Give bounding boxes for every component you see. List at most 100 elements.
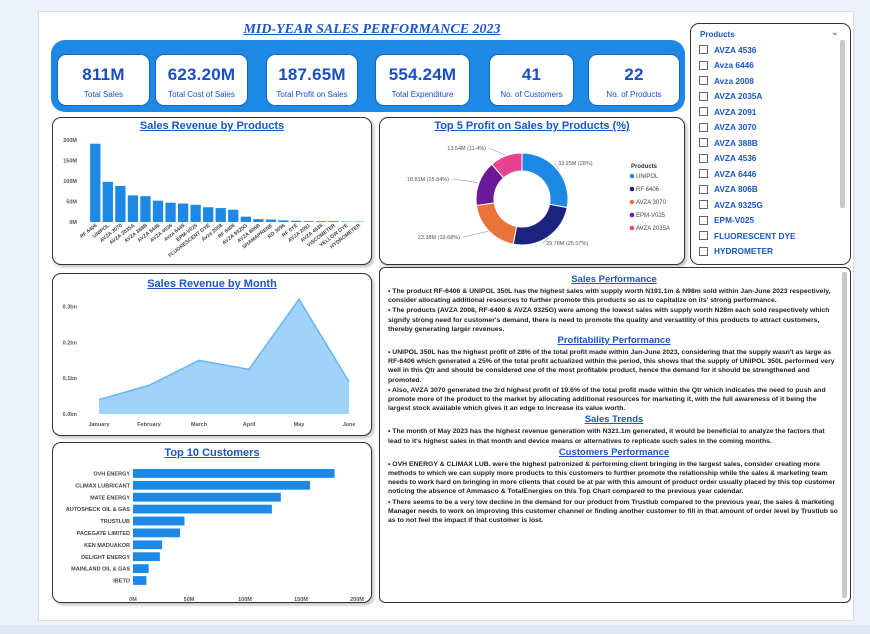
bar [133, 528, 181, 538]
kpi-label: No. of Products [606, 90, 662, 99]
kpi-card-customers[interactable]: 41 No. of Customers [489, 54, 574, 106]
kpi-label: Total Cost of Sales [168, 90, 235, 99]
leader-line [488, 147, 506, 156]
y-tick-label: PACEGATE LIMITED [77, 531, 130, 537]
legend-label: RF 6406 [636, 187, 660, 193]
checkbox-icon[interactable] [699, 231, 708, 241]
slicer-item[interactable]: AVZA 4536 [699, 151, 839, 167]
bar [290, 220, 302, 222]
slicer-item-label: EPM-V025 [714, 215, 755, 226]
checkbox-icon[interactable] [699, 215, 708, 225]
top-customers-chart: OVH ENERGY CLIMAX LUBRICANT MATE ENERGY AUT… [66, 469, 364, 603]
slicer-item[interactable]: Avza 2008 [699, 73, 839, 89]
slicer-item[interactable]: AVZA 9325G [699, 197, 839, 213]
bar [265, 219, 277, 222]
slicer-item[interactable]: EPM-V025 [699, 213, 839, 229]
bar [140, 196, 151, 222]
slicer-item[interactable]: AVZA 3070 [699, 120, 839, 136]
checkbox-icon[interactable] [699, 138, 708, 148]
bar [133, 576, 147, 585]
kpi-label: Total Expenditure [391, 90, 454, 99]
slicer-item[interactable]: AVZA 6446 [699, 166, 839, 182]
bar [215, 208, 226, 222]
slicer-scrollbar[interactable] [840, 40, 845, 208]
x-tick-label: January [88, 422, 110, 428]
legend-marker [629, 186, 635, 192]
x-tick-label: April [243, 422, 256, 428]
kpi-value: 623.20M [167, 65, 236, 84]
sales-by-products-panel: Sales Revenue by Products 0M 50M 100M 150M 2… [52, 117, 372, 265]
checkbox-icon[interactable] [699, 153, 708, 163]
data-label: 18.81M (15.84%) [407, 177, 449, 183]
kpi-card-total-expenditure[interactable]: 554.24M Total Expenditure [375, 54, 470, 106]
bar [90, 143, 101, 222]
insight-heading: Profitability Performance [557, 335, 671, 347]
checkbox-icon[interactable] [699, 200, 708, 210]
insights-panel: Sales Performance • The product RF-6406 &… [379, 267, 851, 603]
insight-heading: Sales Performance [571, 274, 657, 285]
insights-scrollbar[interactable] [842, 272, 847, 598]
slicer-item[interactable]: AVZA 388B [699, 135, 839, 151]
legend-label: EPM-V025 [636, 213, 666, 219]
slicer-item-label: AVZA 4536 [714, 153, 757, 164]
checkbox-icon[interactable] [699, 122, 708, 132]
insight-bullet: • The products (AVZA 2008, RF-6400 & AVZ… [388, 307, 830, 333]
y-tick-label: OVH ENERGY [93, 472, 130, 478]
bar [152, 200, 164, 222]
slicer-item[interactable]: FLUORESCENT DYE [699, 228, 839, 244]
slicer-item-label: Avza 2008 [714, 75, 754, 86]
y-tick-label: DELIGHT ENERGY [81, 555, 130, 561]
y-tick-label: MAINLAND OIL & GAS [71, 567, 130, 573]
chevron-down-icon[interactable]: ⌄ [831, 27, 839, 38]
bar [133, 469, 335, 478]
data-label: 13.54M (11.4%) [447, 146, 486, 152]
slicer-item-label: AVZA 806B [714, 184, 758, 195]
bar [190, 204, 201, 222]
kpi-value: 811M [82, 65, 125, 84]
kpi-label: Total Profit on Sales [276, 90, 348, 99]
slicer-item[interactable]: RF 6406 [699, 259, 839, 263]
donut-slice [512, 203, 568, 246]
sales-by-month-panel: Sales Revenue by Month 0.0bn 0.1bn 0.2bn 0.… [52, 273, 372, 436]
slicer-item[interactable]: Avza 6446 [699, 58, 839, 74]
slicer-item[interactable]: AVZA 2091 [699, 104, 839, 120]
insight-heading: Sales Trends [584, 414, 644, 426]
checkbox-icon[interactable] [699, 76, 708, 86]
slicer-item[interactable]: AVZA 4536 [699, 42, 839, 58]
insight-bullet: • The product RF-6406 & UNIPOL 350L has … [388, 288, 831, 305]
bar [133, 540, 163, 550]
slicer-item-label: HYDROMETER [714, 246, 774, 257]
products-slicer[interactable]: Products ⌄ AVZA 4536 Avza 6446 Avza 2008 AV… [690, 23, 851, 265]
kpi-value: 187.65M [278, 65, 346, 84]
slicer-item[interactable]: AVZA 806B [699, 182, 839, 198]
sales-by-month-chart: 0.0bn 0.1bn 0.2bn 0.3bn January February March… [63, 297, 355, 428]
checkbox-icon[interactable] [699, 107, 708, 117]
legend-label: AVZA 3070 [636, 200, 667, 206]
checkbox-icon[interactable] [699, 45, 708, 55]
slicer-item-label: Avza 6446 [714, 60, 754, 71]
slicer-item[interactable]: AVZA 2035A [699, 89, 839, 105]
data-label: 33.25M (28%) [558, 161, 593, 167]
slicer-item[interactable]: HYDROMETER [699, 244, 839, 260]
checkbox-icon[interactable] [699, 91, 708, 101]
checkbox-icon[interactable] [699, 246, 708, 256]
report-title: MID-YEAR SALES PERFORMANCE 2023 [243, 22, 501, 37]
x-tick-label: May [294, 422, 306, 428]
legend-marker [629, 173, 635, 179]
leader-line [451, 178, 479, 183]
data-label: 23.38M (19.68%) [418, 235, 460, 241]
checkbox-icon[interactable] [699, 60, 708, 70]
insight-bullet: • The month of May 2023 has the highest … [388, 428, 825, 445]
insight-bullet: • OVH ENERGY & CLIMAX LUB. were the high… [388, 460, 836, 496]
kpi-card-products[interactable]: 22 No. of Products [588, 54, 680, 106]
kpi-card-total-profit[interactable]: 187.65M Total Profit on Sales [266, 54, 358, 106]
top5-profit-chart: 33.25M (28%) 29.78M (25.07%) 23.38M (19.68… [407, 146, 670, 247]
insight-bullet: • Also, AVZA 3070 generated the 3rd high… [388, 386, 826, 413]
slicer-list: AVZA 4536 Avza 6446 Avza 2008 AVZA 2035A AVZ… [699, 42, 839, 262]
slicer-item-label: AVZA 388B [714, 137, 758, 148]
kpi-card-total-cost[interactable]: 623.20M Total Cost of Sales [155, 54, 248, 106]
checkbox-icon[interactable] [699, 169, 708, 179]
kpi-card-total-sales[interactable]: 811M Total Sales [57, 54, 150, 106]
leader-line [462, 231, 488, 238]
checkbox-icon[interactable] [699, 184, 708, 194]
